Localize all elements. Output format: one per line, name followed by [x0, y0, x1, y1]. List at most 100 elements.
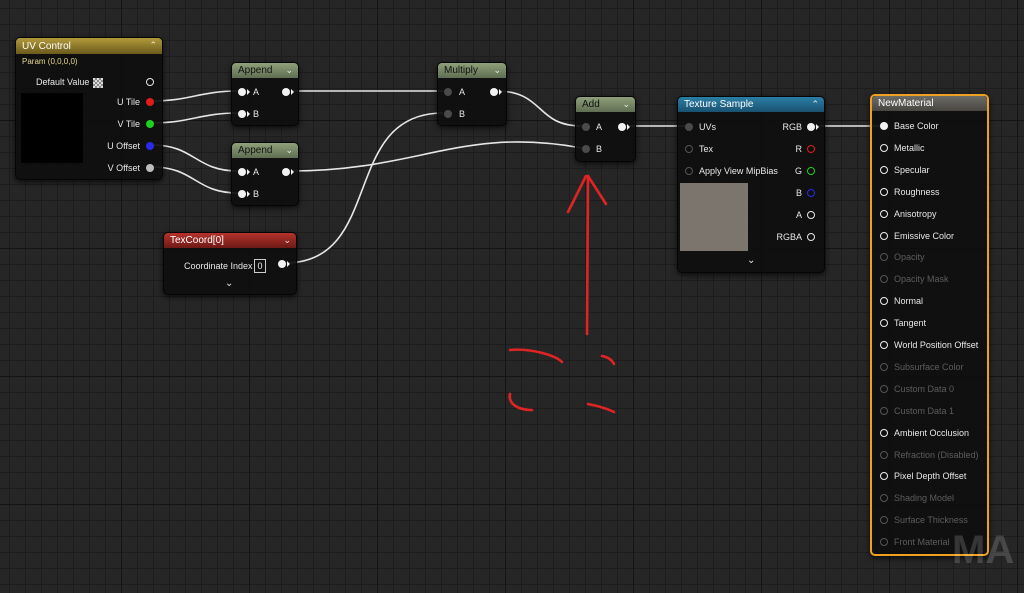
- append-1-output-pin[interactable]: [282, 88, 290, 96]
- v-tile-label: V Tile: [117, 119, 140, 129]
- append-2-header[interactable]: Append ⌄: [232, 143, 298, 158]
- pin-arrow-icon: [816, 124, 819, 130]
- expand-chevron-icon[interactable]: ⌄: [747, 255, 755, 266]
- material-input-pin[interactable]: [880, 384, 888, 393]
- append-1-header[interactable]: Append ⌄: [232, 63, 298, 78]
- collapse-chevron-icon[interactable]: ⌄: [622, 97, 630, 112]
- wire-append2-addb: [289, 141, 583, 172]
- uv-control-output-pin[interactable]: [146, 78, 154, 86]
- uv-control-title: UV Control: [22, 41, 71, 52]
- add-title: Add: [582, 99, 600, 110]
- material-input-pin[interactable]: [880, 297, 888, 306]
- g-output-pin[interactable]: [807, 167, 815, 175]
- material-input-pin[interactable]: [880, 122, 888, 130]
- append-2-input-b-pin[interactable]: [238, 190, 246, 198]
- material-input-pin[interactable]: [880, 428, 888, 437]
- coordinate-index-input[interactable]: 0: [254, 259, 266, 273]
- material-input-pin[interactable]: [880, 253, 888, 262]
- append-2-input-b-label: B: [253, 189, 260, 199]
- a-output-pin[interactable]: [807, 211, 815, 219]
- wire-multiply-adda: [495, 90, 583, 127]
- append-2-input-a-pin[interactable]: [238, 168, 246, 176]
- material-input-label: World Position Offset: [894, 340, 979, 350]
- collapse-chevron-icon[interactable]: ⌄: [285, 143, 293, 158]
- u-offset-pin[interactable]: [146, 142, 154, 150]
- b-label: B: [795, 188, 802, 198]
- b-output-pin[interactable]: [807, 189, 815, 197]
- wire-vtile-append1b: [151, 112, 239, 124]
- add-input-a-pin[interactable]: [582, 123, 590, 131]
- append-1-input-b-pin[interactable]: [238, 110, 246, 118]
- material-input-pin[interactable]: [880, 341, 888, 349]
- material-input-pin[interactable]: [880, 187, 888, 196]
- pin-arrow-icon: [287, 261, 290, 267]
- texture-sample-node[interactable]: Texture Sample ⌃ UVs Tex Apply View MipB…: [677, 96, 825, 273]
- pin-arrow-icon: [291, 89, 294, 95]
- material-input-pin[interactable]: [880, 231, 888, 240]
- material-input-pin[interactable]: [880, 275, 888, 284]
- collapse-chevron-icon[interactable]: ⌄: [493, 63, 501, 78]
- append-node-2[interactable]: Append ⌄ A B: [231, 142, 299, 206]
- material-input-pin[interactable]: [880, 165, 888, 174]
- collapse-chevron-icon[interactable]: ⌄: [283, 233, 291, 248]
- append-2-output-pin[interactable]: [282, 168, 290, 176]
- u-offset-label: U Offset: [107, 141, 140, 151]
- material-input-pin[interactable]: [880, 143, 888, 152]
- append-node-1[interactable]: Append ⌄ A B: [231, 62, 299, 126]
- uv-control-node[interactable]: UV Control Param (0,0,0,0) ⌃ Default Val…: [15, 37, 163, 180]
- material-input-pin[interactable]: [880, 406, 888, 415]
- multiply-input-b-pin[interactable]: [444, 110, 452, 118]
- add-output-pin[interactable]: [618, 123, 626, 131]
- checker-swatch-icon[interactable]: [93, 78, 103, 88]
- material-input-pin[interactable]: [880, 209, 888, 218]
- collapse-chevron-icon[interactable]: ⌃: [811, 97, 819, 112]
- texture-sample-header[interactable]: Texture Sample ⌃: [678, 97, 824, 112]
- mipbias-input-pin[interactable]: [685, 167, 693, 175]
- material-input-pin[interactable]: [880, 450, 888, 459]
- v-offset-pin[interactable]: [146, 164, 154, 172]
- add-header[interactable]: Add ⌄: [576, 97, 635, 112]
- g-label: G: [794, 166, 802, 176]
- annotation-arrow-left-head: [566, 174, 588, 214]
- texcoord-output-pin[interactable]: [278, 260, 286, 268]
- rgba-label: RGBA: [776, 232, 802, 242]
- material-input-pin[interactable]: [880, 319, 888, 328]
- material-input-label: Base Color: [894, 121, 939, 131]
- material-input-label: Pixel Depth Offset: [894, 471, 967, 482]
- v-tile-pin[interactable]: [146, 120, 154, 128]
- append-1-input-a-pin[interactable]: [238, 88, 246, 96]
- uv-control-header[interactable]: UV Control Param (0,0,0,0) ⌃: [16, 38, 162, 66]
- multiply-node[interactable]: Multiply ⌄ A B: [437, 62, 507, 126]
- tex-input-pin[interactable]: [685, 145, 693, 153]
- append-1-input-b-label: B: [253, 109, 260, 119]
- uvs-input-pin[interactable]: [685, 123, 693, 131]
- material-input-pin[interactable]: [880, 362, 888, 371]
- pin-arrow-icon: [499, 89, 502, 95]
- multiply-input-a-pin[interactable]: [444, 88, 452, 96]
- expand-chevron-icon[interactable]: ⌄: [225, 278, 233, 289]
- u-tile-pin[interactable]: [146, 98, 154, 106]
- rgb-output-pin[interactable]: [807, 123, 815, 131]
- add-input-b-pin[interactable]: [582, 145, 590, 153]
- annotation-arrow-shaft: [585, 174, 590, 336]
- new-material-header[interactable]: NewMaterial: [872, 96, 987, 111]
- rgba-output-pin[interactable]: [807, 233, 815, 241]
- material-input-pin[interactable]: [880, 494, 888, 503]
- multiply-output-pin[interactable]: [490, 88, 498, 96]
- material-input-label: Custom Data 0: [894, 383, 955, 394]
- r-output-pin[interactable]: [807, 145, 815, 153]
- material-input-pin[interactable]: [880, 472, 888, 481]
- texcoord-node[interactable]: TexCoord[0] ⌄ Coordinate Index 0 ⌄: [163, 232, 297, 295]
- multiply-header[interactable]: Multiply ⌄: [438, 63, 506, 78]
- annotation-scribble-top-right: [600, 354, 616, 366]
- add-node[interactable]: Add ⌄ A B: [575, 96, 636, 162]
- material-input-pin[interactable]: [880, 516, 888, 525]
- default-value-label: Default Value: [36, 77, 90, 87]
- coordinate-index-label: Coordinate Index: [184, 261, 253, 271]
- collapse-chevron-icon[interactable]: ⌄: [285, 63, 293, 78]
- material-input-pin[interactable]: [880, 538, 888, 547]
- material-input-label: Refraction (Disabled): [894, 449, 979, 460]
- collapse-chevron-icon[interactable]: ⌃: [149, 38, 157, 53]
- texcoord-header[interactable]: TexCoord[0] ⌄: [164, 233, 296, 248]
- new-material-node[interactable]: NewMaterial Base Color Metallic Specular Ro…: [870, 94, 989, 556]
